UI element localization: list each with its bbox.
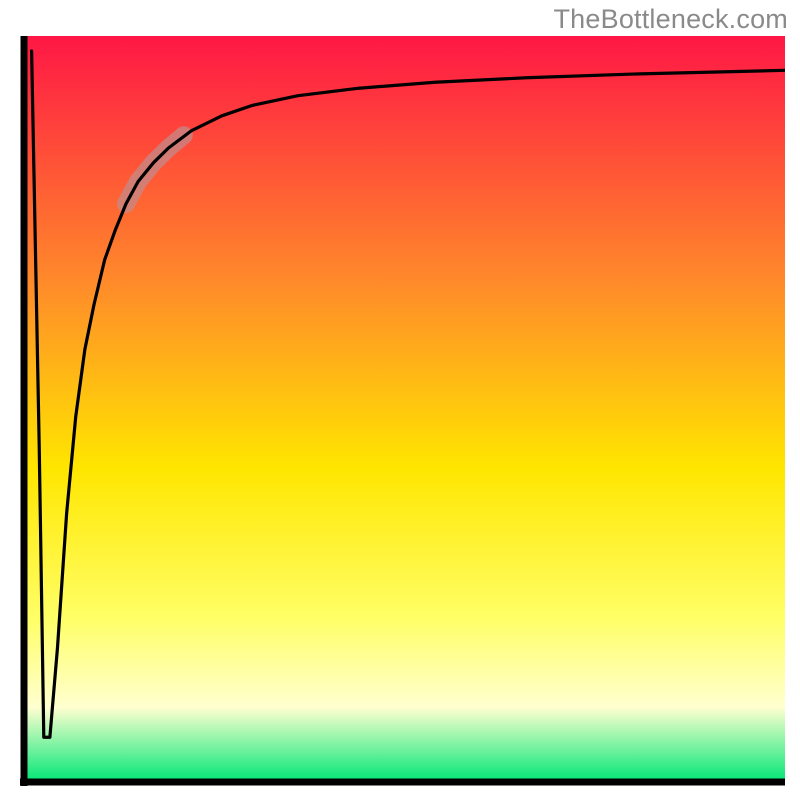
chart-svg (20, 36, 785, 786)
chart-stage: TheBottleneck.com (0, 0, 800, 800)
gradient-background (24, 36, 785, 782)
watermark-text: TheBottleneck.com (553, 4, 788, 35)
plot-area (20, 36, 785, 786)
